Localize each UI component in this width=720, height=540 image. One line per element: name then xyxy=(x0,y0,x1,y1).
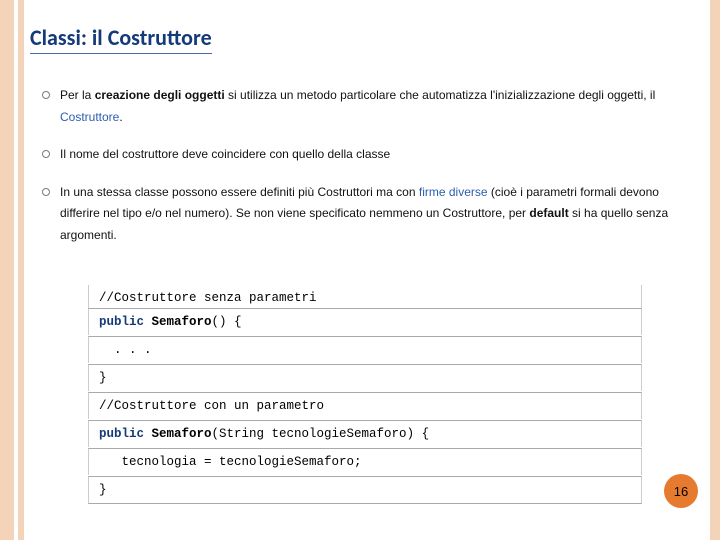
bullet-1: Per la creazione degli oggetti si utiliz… xyxy=(40,85,690,128)
bullet-2: Il nome del costruttore deve coincidere … xyxy=(40,144,690,166)
text-blue: Costruttore xyxy=(60,110,119,124)
text-blue: firme diverse xyxy=(419,185,488,199)
cls: Semaforo xyxy=(144,427,212,441)
page-number-badge: 16 xyxy=(664,474,698,508)
rest: (String tecnologieSemaforo) { xyxy=(212,427,430,441)
code-row-1: public Semaforo() { xyxy=(88,308,642,335)
text-bold: creazione degli oggetti xyxy=(95,88,225,102)
cls: Semaforo xyxy=(144,315,212,329)
code-row-7: } xyxy=(88,476,642,504)
text: si utilizza un metodo particolare che au… xyxy=(225,88,656,102)
text: Per la xyxy=(60,88,95,102)
code-row-4: //Costruttore con un parametro xyxy=(88,392,642,419)
decor-stripe-left-2 xyxy=(18,0,24,540)
page-title: Classi: il Costruttore xyxy=(30,24,212,54)
code-row-5: public Semaforo(String tecnologieSemafor… xyxy=(88,420,642,447)
text-bold: default xyxy=(529,206,568,220)
kw: public xyxy=(99,315,144,329)
text: . xyxy=(119,110,122,124)
bullet-list: Per la creazione degli oggetti si utiliz… xyxy=(40,85,690,263)
kw: public xyxy=(99,427,144,441)
rest: () { xyxy=(212,315,242,329)
decor-stripe-left-1 xyxy=(0,0,14,540)
bullet-3: In una stessa classe possono essere defi… xyxy=(40,182,690,247)
text: In una stessa classe possono essere defi… xyxy=(60,185,419,199)
decor-stripe-right xyxy=(710,0,720,540)
code-row-6: tecnologia = tecnologieSemaforo; xyxy=(88,448,642,475)
code-row-3: } xyxy=(88,364,642,391)
code-row-2: . . . xyxy=(88,336,642,363)
